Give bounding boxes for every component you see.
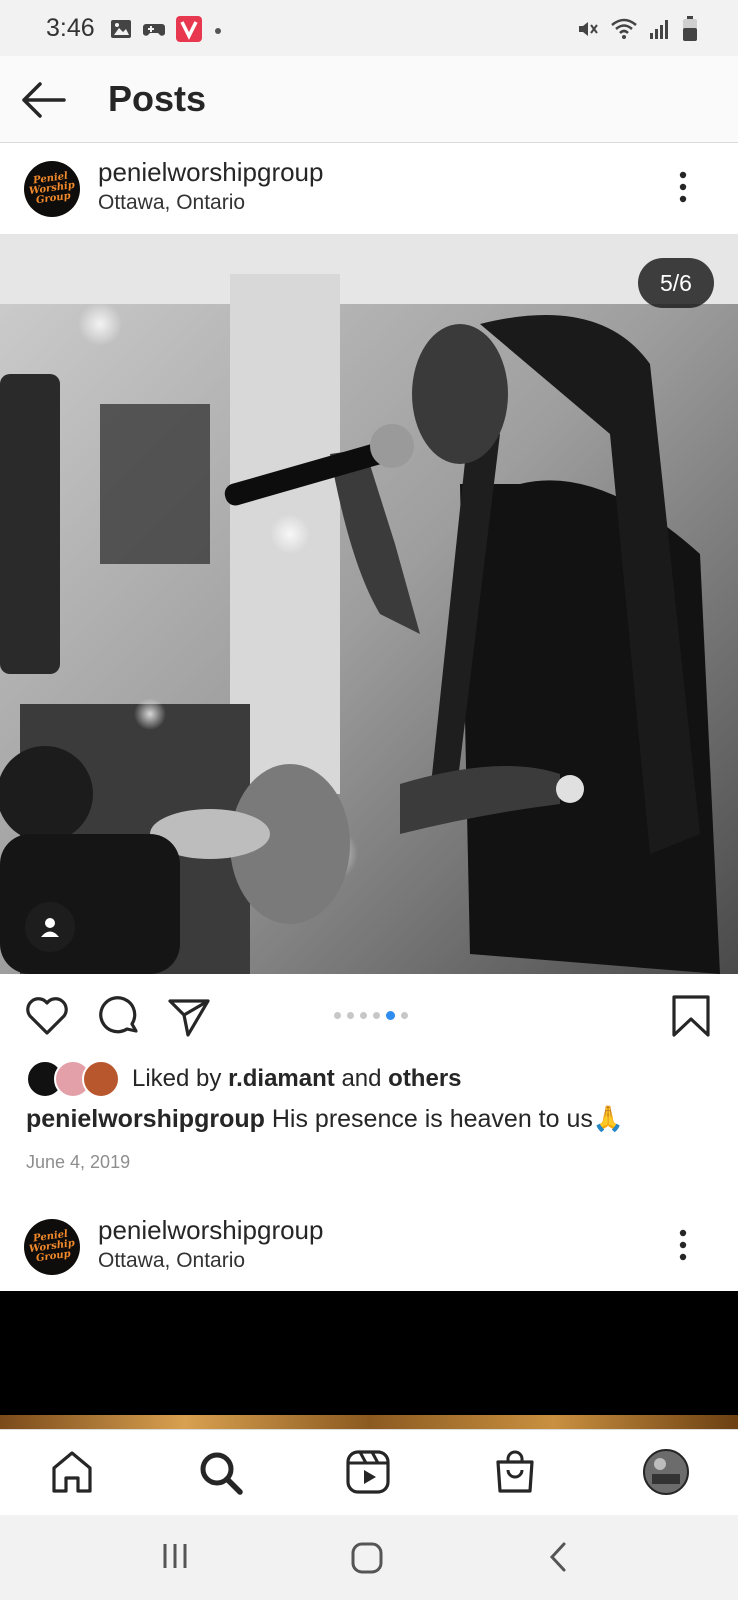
carousel-dot bbox=[373, 1012, 380, 1019]
avatar[interactable]: Peniel Worship Group bbox=[24, 161, 80, 217]
carousel-dot bbox=[360, 1012, 367, 1019]
carousel-dot bbox=[347, 1012, 354, 1019]
liked-by-text: Liked by r.diamant and others bbox=[132, 1065, 462, 1092]
image-counter: 5/6 bbox=[638, 258, 714, 308]
post-image[interactable]: 5/6 bbox=[0, 234, 738, 974]
post-location[interactable]: Ottawa, Ontario bbox=[98, 191, 245, 215]
post-actions bbox=[0, 975, 738, 1055]
carousel-dot-active bbox=[386, 1011, 395, 1020]
status-right-icons bbox=[576, 16, 698, 42]
system-nav-bar bbox=[0, 1515, 738, 1600]
liked-by-others[interactable]: others bbox=[388, 1065, 461, 1092]
wifi-icon bbox=[611, 18, 637, 39]
person-icon bbox=[41, 918, 59, 937]
post-header: Peniel Worship Group penielworshipgroup Ot… bbox=[0, 143, 738, 233]
caption-text: His presence is heaven to us bbox=[271, 1105, 593, 1133]
post-date: June 4, 2019 bbox=[26, 1152, 131, 1172]
bookmark-icon bbox=[672, 995, 710, 1037]
carousel-dot bbox=[401, 1012, 408, 1019]
status-time: 3:46 bbox=[46, 14, 95, 42]
mute-icon bbox=[579, 22, 598, 36]
more-vertical-icon bbox=[679, 1229, 687, 1261]
reels-icon bbox=[346, 1450, 390, 1494]
back-arrow-icon bbox=[22, 82, 66, 118]
post-username[interactable]: penielworshipgroup bbox=[98, 1215, 323, 1246]
like-button[interactable] bbox=[24, 993, 70, 1039]
nav-search[interactable] bbox=[196, 1448, 244, 1496]
praying-hands-emoji: 🙏 bbox=[592, 1105, 625, 1133]
save-button[interactable] bbox=[668, 993, 714, 1039]
next-post-image-strip bbox=[0, 1415, 738, 1429]
back-chevron-icon[interactable] bbox=[546, 1541, 570, 1573]
app-bar: Posts bbox=[0, 56, 738, 143]
more-options-button[interactable] bbox=[668, 167, 698, 207]
game-controller-icon bbox=[143, 24, 165, 36]
status-bar: 3:46 bbox=[0, 0, 738, 56]
heart-icon bbox=[26, 997, 68, 1035]
image-icon bbox=[111, 20, 131, 38]
back-button[interactable] bbox=[18, 78, 68, 122]
nav-home[interactable] bbox=[48, 1448, 96, 1496]
avatar-logo-text: Peniel Worship Group bbox=[28, 1228, 76, 1265]
dot-icon bbox=[215, 28, 221, 34]
recent-apps-icon[interactable] bbox=[160, 1541, 190, 1571]
v-app-icon bbox=[176, 16, 202, 42]
next-post-image[interactable] bbox=[0, 1291, 738, 1429]
comment-icon bbox=[99, 996, 138, 1034]
share-button[interactable] bbox=[166, 993, 212, 1039]
post-caption: penielworshipgroup His presence is heave… bbox=[26, 1105, 624, 1134]
tagged-people-button[interactable] bbox=[25, 902, 75, 952]
carousel-dot bbox=[334, 1012, 341, 1019]
search-icon bbox=[200, 1452, 243, 1495]
status-left-icons bbox=[110, 16, 224, 42]
bottom-nav bbox=[0, 1429, 738, 1516]
post-location[interactable]: Ottawa, Ontario bbox=[98, 1249, 245, 1273]
nav-profile[interactable] bbox=[642, 1448, 690, 1496]
shop-icon bbox=[496, 1450, 534, 1493]
liked-by-user[interactable]: r.diamant bbox=[228, 1065, 335, 1092]
more-vertical-icon bbox=[679, 171, 687, 203]
page-title: Posts bbox=[108, 78, 207, 119]
nav-shop[interactable] bbox=[491, 1448, 539, 1496]
battery-icon bbox=[683, 16, 697, 41]
profile-avatar bbox=[643, 1449, 689, 1495]
home-icon bbox=[52, 1451, 92, 1493]
signal-icon bbox=[650, 20, 668, 39]
nav-reels[interactable] bbox=[344, 1448, 392, 1496]
home-circle-icon[interactable] bbox=[350, 1541, 384, 1575]
singer-photo bbox=[0, 234, 738, 974]
caption-username[interactable]: penielworshipgroup bbox=[26, 1105, 265, 1133]
next-post-header: Peniel Worship Group penielworshipgroup Ot… bbox=[0, 1201, 738, 1291]
avatar-logo-text: Peniel Worship Group bbox=[28, 170, 76, 207]
liked-by-row[interactable]: Liked by r.diamant and others bbox=[26, 1058, 462, 1100]
post-username[interactable]: penielworshipgroup bbox=[98, 157, 323, 188]
comment-button[interactable] bbox=[96, 993, 142, 1039]
send-icon bbox=[168, 999, 210, 1037]
carousel-indicator bbox=[334, 1011, 408, 1020]
more-options-button[interactable] bbox=[668, 1225, 698, 1265]
avatar[interactable]: Peniel Worship Group bbox=[24, 1219, 80, 1275]
liker-avatar bbox=[82, 1060, 120, 1098]
